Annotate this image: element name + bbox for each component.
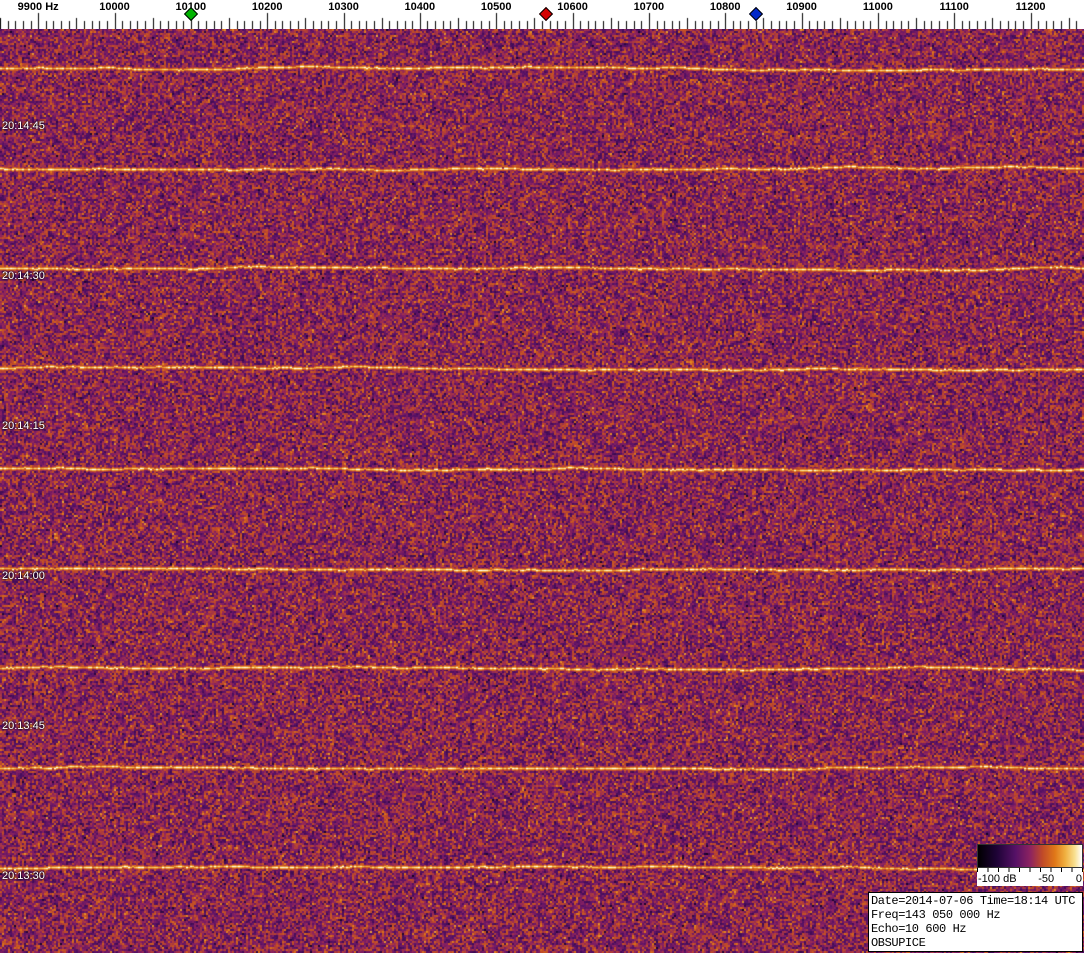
time-tick-label: 20:14:15 (2, 420, 45, 432)
spectrogram-window: 9900 Hz100001010010200103001040010500106… (0, 0, 1084, 953)
info-line-frequency: Freq=143 050 000 Hz (871, 908, 1001, 922)
freq-tick-label: 11200 (1015, 1, 1046, 13)
freq-tick-label: 9900 Hz (17, 1, 59, 13)
freq-tick-label: 10200 (251, 1, 283, 13)
freq-tick-label: 10300 (328, 1, 359, 13)
freq-tick-label: 11000 (862, 1, 893, 13)
freq-tick-label: 10000 (99, 1, 130, 13)
freq-tick-label: 10800 (709, 1, 741, 13)
info-line-date-time: Date=2014-07-06 Time=18:14 UTC (871, 894, 1076, 908)
colorbar-label-min: -100 dB (978, 873, 1017, 885)
colorbar-label-mid: -50 (1038, 873, 1055, 885)
waterfall-area: 20:14:45 20:14:30 20:14:15 20:14:00 20:13:45… (0, 29, 1084, 953)
time-tick-label: 20:14:00 (2, 570, 45, 582)
freq-tick-label: 10900 (786, 1, 817, 13)
colorbar: -100 dB -50 0 (977, 844, 1083, 886)
freq-tick-label: 10700 (633, 1, 665, 13)
time-tick-label: 20:13:45 (2, 720, 45, 732)
freq-tick-label: 10500 (480, 1, 512, 13)
freq-tick-label: 11100 (939, 1, 969, 13)
freq-tick-label: 10400 (404, 1, 436, 13)
info-line-echo: Echo=10 600 Hz (871, 922, 967, 936)
freq-tick-label: 10600 (557, 1, 588, 13)
colorbar-label-max: 0 (1075, 873, 1082, 885)
time-tick-label: 20:13:30 (2, 870, 45, 882)
colorbar-gradient (977, 844, 1083, 868)
info-box: Date=2014-07-06 Time=18:14 UTC Freq=143 … (868, 892, 1083, 952)
time-tick-label: 20:14:45 (2, 120, 45, 132)
time-tick-label: 20:14:30 (2, 270, 45, 282)
frequency-ruler: 9900 Hz100001010010200103001040010500106… (0, 0, 1084, 29)
spectrogram-canvas[interactable] (0, 29, 1084, 953)
colorbar-labels: -100 dB -50 0 (977, 872, 1083, 886)
info-line-station: OBSUPICE (871, 936, 926, 950)
